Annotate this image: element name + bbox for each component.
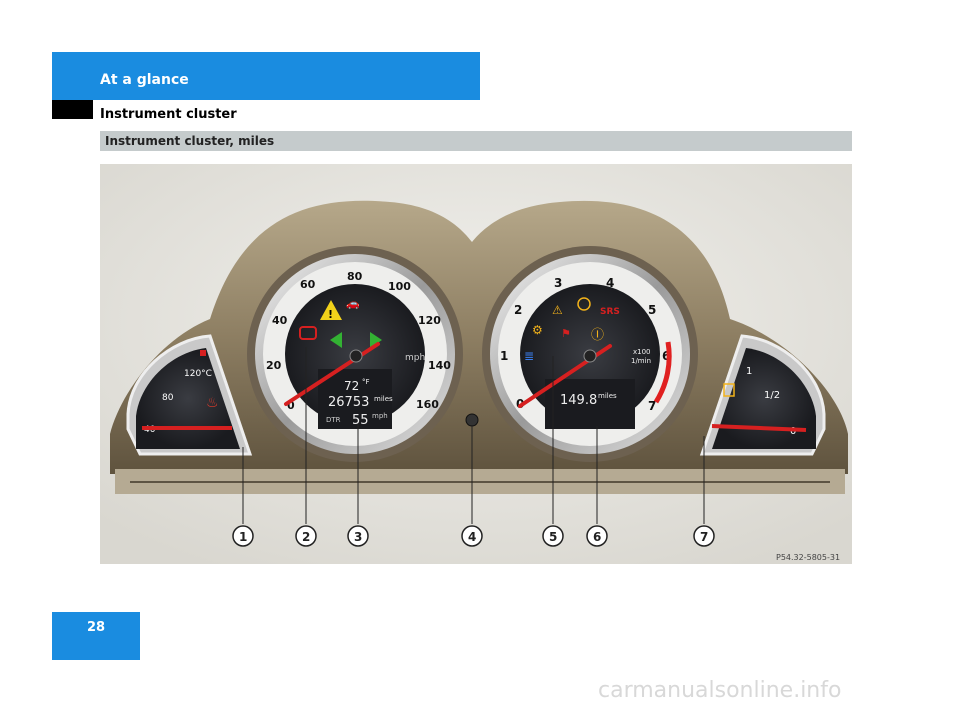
esp-icon: ⚠ [552, 303, 563, 317]
rpm-tick-3: 3 [554, 276, 562, 290]
srs-label: SRS [600, 307, 620, 317]
speed-unit: mph [405, 353, 425, 363]
speed-needle-hub [349, 349, 363, 363]
callout-4: 4 [468, 530, 476, 544]
speed-tick-40: 40 [272, 314, 288, 327]
high-beam-icon: ≣ [524, 349, 534, 363]
speed-tick-120: 120 [418, 314, 441, 327]
coolant-thermometer-icon: ♨ [206, 395, 219, 411]
trip-unit: miles [598, 392, 617, 400]
speed-tick-60: 60 [300, 278, 316, 291]
tire-pressure-icon: Ⓘ [591, 328, 604, 343]
tachometer: 0 1 2 3 4 5 6 7 x100 1/min SRS ⚠ ⚙ ⚑ Ⓘ ≣… [482, 246, 698, 462]
warning-exclamation-icon: ! [328, 308, 333, 321]
dtr-value: 55 [352, 413, 369, 428]
callout-3: 3 [354, 530, 362, 544]
rpm-tick-1: 1 [500, 349, 508, 363]
fuel-tick-half: 1/2 [764, 390, 780, 401]
section-title: Instrument cluster [100, 107, 237, 122]
rpm-tick-2: 2 [514, 303, 522, 317]
trip-value: 149.8 [560, 393, 597, 408]
speed-tick-20: 20 [266, 359, 282, 372]
callout-2: 2 [302, 530, 310, 544]
page-number: 28 [86, 620, 106, 635]
dtr-unit: mph [372, 412, 388, 420]
callout-1: 1 [239, 530, 247, 544]
rpm-scale-1: x100 [633, 348, 651, 356]
coolant-red-zone [200, 350, 206, 356]
speed-tick-100: 100 [388, 280, 411, 293]
header-tab: At a glance [52, 52, 480, 100]
speed-tick-80: 80 [347, 270, 363, 283]
page-number-box: 28 [52, 612, 140, 660]
speedometer: 0 20 40 60 80 100 120 140 160 mph ! 🚗 72… [247, 246, 463, 462]
distronic-car-icon: 🚗 [346, 297, 360, 310]
seatbelt-icon: ⚑ [561, 327, 571, 340]
rpm-tick-4: 4 [606, 276, 614, 290]
callout-6: 6 [593, 530, 601, 544]
subsection-title: Instrument cluster, miles [105, 134, 275, 148]
dtr-label: DTR [326, 416, 341, 424]
rpm-scale-2: 1/min [631, 357, 651, 365]
coolant-tick-120: 120°C [184, 369, 212, 379]
odometer-unit: miles [374, 395, 393, 403]
figure-ref-code: P54.32-5805-31 [776, 553, 840, 562]
subsection-bar: Instrument cluster, miles [100, 131, 852, 151]
callout-7: 7 [700, 530, 708, 544]
speed-tick-160: 160 [416, 398, 439, 411]
header-title: At a glance [100, 72, 189, 88]
rpm-needle-hub [583, 349, 597, 363]
fuel-tick-1: 1 [746, 366, 752, 377]
reset-knob [465, 413, 479, 427]
rpm-tick-5: 5 [648, 303, 656, 317]
watermark: carmanualsonline.info [598, 678, 842, 703]
odometer: 26753 [328, 395, 369, 410]
instrument-cluster-figure: 120°C 80 40 ♨ 0 20 40 60 80 100 120 140 … [100, 164, 852, 564]
section-marker [52, 100, 93, 119]
outside-temp-unit: °F [362, 378, 370, 386]
callout-5: 5 [549, 530, 557, 544]
speed-tick-140: 140 [428, 359, 451, 372]
coolant-tick-80: 80 [162, 393, 174, 403]
outside-temp: 72 [344, 379, 359, 393]
check-engine-icon: ⚙ [532, 323, 543, 337]
